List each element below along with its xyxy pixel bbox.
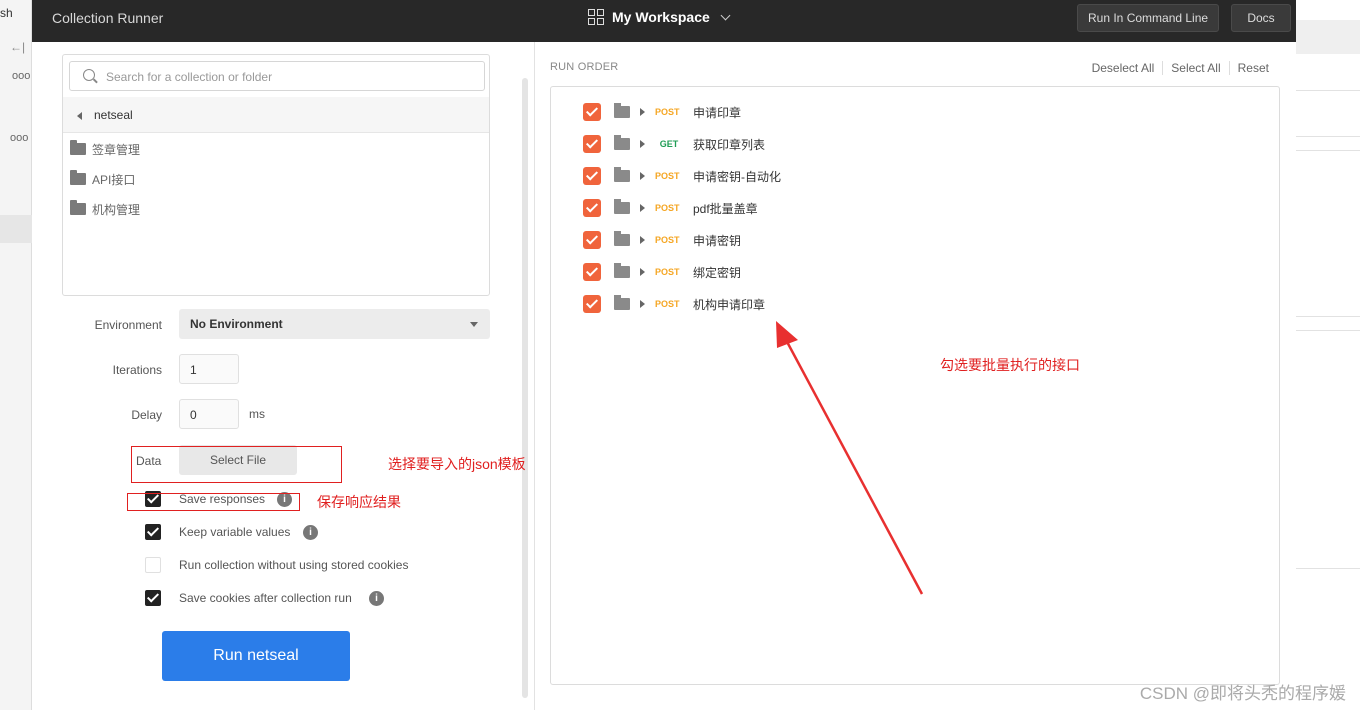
watermark: CSDN @即将头秃的程序媛 — [1139, 684, 1346, 703]
annotation-arrow-line — [783, 337, 924, 595]
annotation-arrow — [776, 321, 924, 595]
annotation-arrow-head — [776, 321, 798, 348]
